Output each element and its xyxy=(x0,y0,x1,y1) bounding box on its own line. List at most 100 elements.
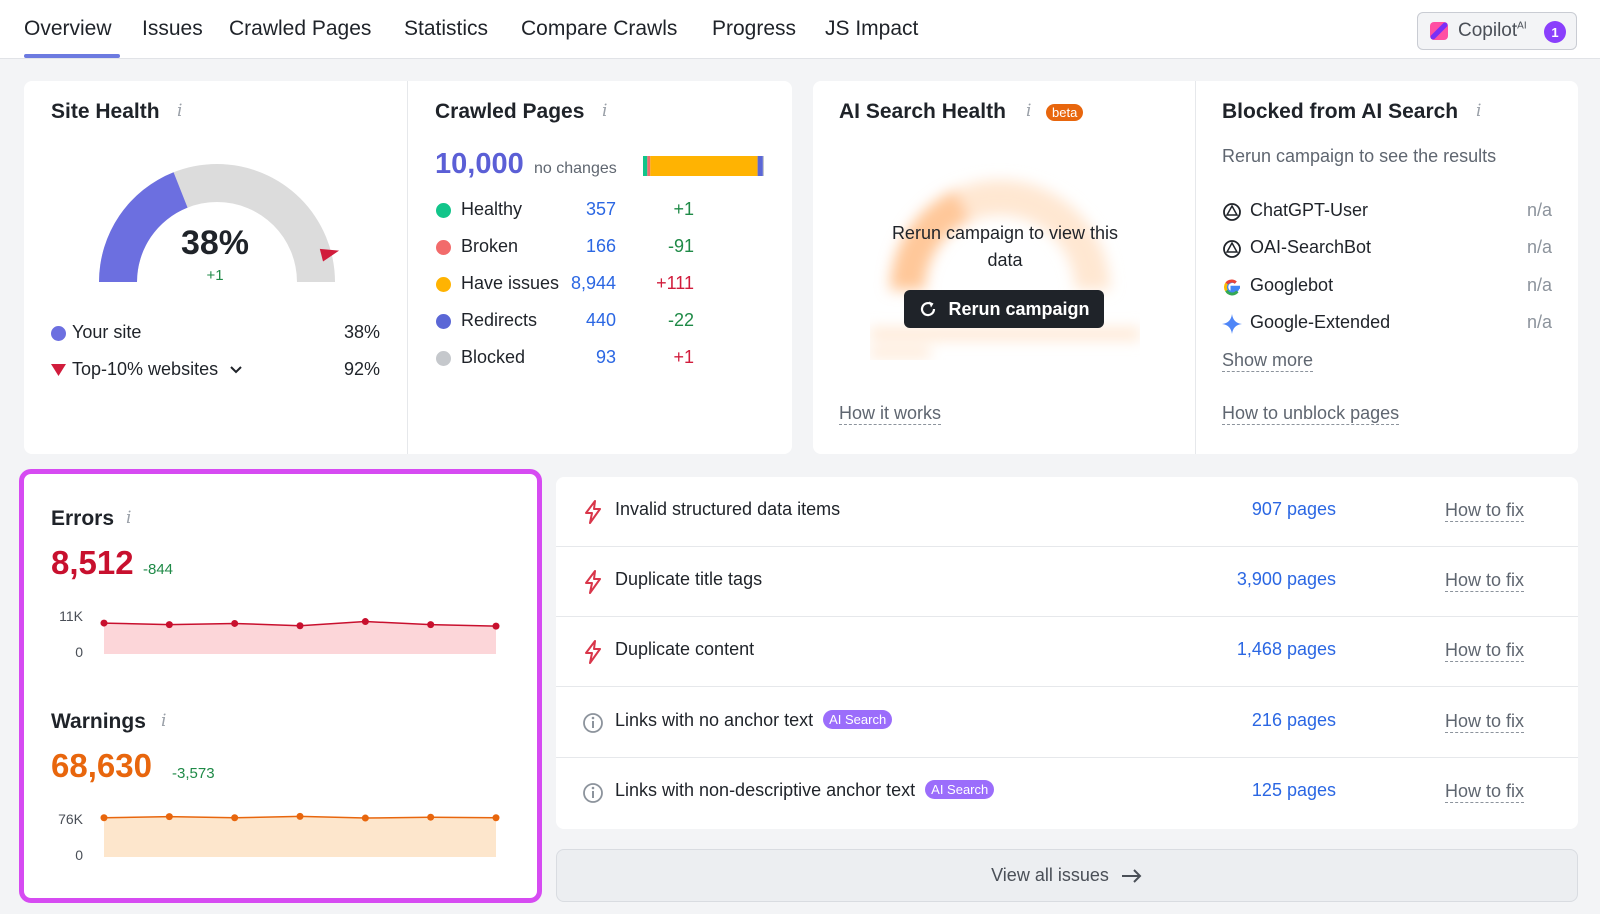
issue-pages-link[interactable]: 907 pages xyxy=(1252,499,1336,520)
status-dot-icon xyxy=(436,314,451,329)
issue-name: Duplicate title tags xyxy=(615,569,763,589)
info-icon[interactable]: i xyxy=(1476,101,1481,121)
row-delta: -22 xyxy=(667,310,694,330)
warnings-delta: -3,573 xyxy=(172,765,215,782)
site-health-delta: +1 xyxy=(206,267,224,284)
bot-name: ChatGPT-User xyxy=(1250,200,1369,220)
tab-issues[interactable]: Issues xyxy=(142,17,203,41)
row-delta: -91 xyxy=(667,236,694,256)
how-to-fix-link[interactable]: How to fix xyxy=(1445,499,1525,522)
issue-row[interactable]: Links with no anchor text AI Search 216 p… xyxy=(556,688,1578,758)
site-health-score: 38% xyxy=(180,224,250,262)
issue-pages-link[interactable]: 125 pages xyxy=(1252,780,1336,801)
bot-name: OAI-SearchBot xyxy=(1250,237,1372,257)
issue-pages-link[interactable]: 1,468 pages xyxy=(1237,639,1336,660)
bot-status: n/a xyxy=(1526,312,1552,332)
tab-compare-crawls[interactable]: Compare Crawls xyxy=(521,17,677,41)
row-count[interactable]: 440 xyxy=(586,310,616,331)
error-lightning-icon xyxy=(585,500,601,524)
crawled-row-blocked[interactable]: Blocked 93 +1 xyxy=(436,347,726,371)
trend-point[interactable] xyxy=(296,622,304,630)
info-icon[interactable]: i xyxy=(161,711,166,731)
show-more-link[interactable]: Show more xyxy=(1222,349,1314,372)
ai-search-tag: AI Search xyxy=(925,780,995,799)
trend-point[interactable] xyxy=(165,813,173,821)
chevron-down-icon[interactable] xyxy=(229,365,243,375)
tab-crawled-pages[interactable]: Crawled Pages xyxy=(229,17,371,41)
trend-point[interactable] xyxy=(296,812,304,820)
bot-name: Googlebot xyxy=(1250,275,1334,295)
view-all-issues-button[interactable]: View all issues xyxy=(556,849,1578,902)
top10-value: 92% xyxy=(343,359,380,379)
trend-point[interactable] xyxy=(100,619,108,627)
tab-progress[interactable]: Progress xyxy=(712,17,796,41)
rerun-campaign-button[interactable]: Rerun campaign xyxy=(904,290,1104,328)
legend-your-site: Your site xyxy=(51,322,141,343)
issue-name: Duplicate content xyxy=(615,639,755,659)
trend-point[interactable] xyxy=(361,814,369,822)
issue-pages-link[interactable]: 216 pages xyxy=(1252,710,1336,731)
info-icon[interactable]: i xyxy=(177,101,182,121)
bot-name: Google-Extended xyxy=(1250,312,1391,332)
how-to-fix-link[interactable]: How to fix xyxy=(1445,639,1525,662)
warnings-title: Warnings xyxy=(51,710,146,733)
how-to-fix-link[interactable]: How to fix xyxy=(1445,569,1525,592)
status-dot-icon xyxy=(436,351,451,366)
how-to-fix-link[interactable]: How to fix xyxy=(1445,780,1525,803)
errors-value[interactable]: 8,512 xyxy=(51,544,134,582)
how-it-works-link[interactable]: How it works xyxy=(839,402,942,425)
crawled-pages-title: Crawled Pages xyxy=(435,100,585,123)
crawled-pages-total[interactable]: 10,000 xyxy=(435,148,524,181)
bar-segment-healthy xyxy=(643,156,648,176)
issue-name: Links with no anchor text AI Search xyxy=(615,710,893,731)
blocked-ai-title: Blocked from AI Search xyxy=(1222,100,1459,123)
issue-row[interactable]: Duplicate title tags 3,900 pages How to … xyxy=(556,547,1578,617)
bot-status: n/a xyxy=(1526,200,1552,220)
row-count[interactable]: 166 xyxy=(586,236,616,257)
crawled-row-broken[interactable]: Broken 166 -91 xyxy=(436,236,726,260)
trend-point[interactable] xyxy=(361,618,369,626)
issue-pages-link[interactable]: 3,900 pages xyxy=(1237,569,1336,590)
crawled-row-have-issues[interactable]: Have issues 8,944 +111 xyxy=(436,273,726,297)
trend-point[interactable] xyxy=(231,619,239,627)
issue-row[interactable]: Invalid structured data items 907 pages … xyxy=(556,477,1578,547)
issue-row[interactable]: Duplicate content 1,468 pages How to fix xyxy=(556,617,1578,687)
bar-segment-blocked xyxy=(762,156,764,176)
trend-point[interactable] xyxy=(427,813,435,821)
crawled-pages-bar xyxy=(643,156,764,176)
row-count[interactable]: 93 xyxy=(596,347,616,368)
trend-point[interactable] xyxy=(427,621,435,629)
how-to-unblock-link[interactable]: How to unblock pages xyxy=(1222,402,1400,425)
issue-name: Links with non-descriptive anchor text AI… xyxy=(615,780,995,801)
trend-point[interactable] xyxy=(231,814,239,822)
active-tab-indicator xyxy=(24,54,120,58)
trend-point[interactable] xyxy=(492,814,500,822)
google-icon xyxy=(1223,279,1240,296)
trend-point[interactable] xyxy=(165,621,173,629)
notice-info-icon xyxy=(583,713,603,733)
bot-row-google-extended: Google-Extended n/a xyxy=(1222,312,1552,336)
issue-row[interactable]: Links with non-descriptive anchor text AI… xyxy=(556,758,1578,828)
bot-row-googlebot: Googlebot n/a xyxy=(1222,275,1552,299)
crawled-row-redirects[interactable]: Redirects 440 -22 xyxy=(436,310,726,334)
warnings-axis-bottom: 0 xyxy=(75,847,83,863)
trend-point[interactable] xyxy=(492,622,500,630)
row-delta: +1 xyxy=(673,347,694,367)
row-count[interactable]: 357 xyxy=(586,199,616,220)
info-icon[interactable]: i xyxy=(602,101,607,121)
crawled-row-healthy[interactable]: Healthy 357 +1 xyxy=(436,199,726,223)
errors-axis-top: 11K xyxy=(59,608,83,624)
tab-overview[interactable]: Overview xyxy=(24,17,112,41)
how-to-fix-link[interactable]: How to fix xyxy=(1445,710,1525,733)
legend-top10[interactable]: Top-10% websites xyxy=(51,359,243,380)
triangle-down-icon xyxy=(51,364,66,377)
copilot-button[interactable]: CopilotAI 1 xyxy=(1417,12,1577,50)
tab-js-impact[interactable]: JS Impact xyxy=(825,17,918,41)
crawled-pages-note: no changes xyxy=(534,160,617,177)
info-icon[interactable]: i xyxy=(1026,101,1031,121)
info-icon[interactable]: i xyxy=(126,508,131,528)
trend-point[interactable] xyxy=(100,814,108,822)
row-count[interactable]: 8,944 xyxy=(571,273,616,294)
tab-statistics[interactable]: Statistics xyxy=(404,17,488,41)
warnings-value[interactable]: 68,630 xyxy=(51,747,152,785)
